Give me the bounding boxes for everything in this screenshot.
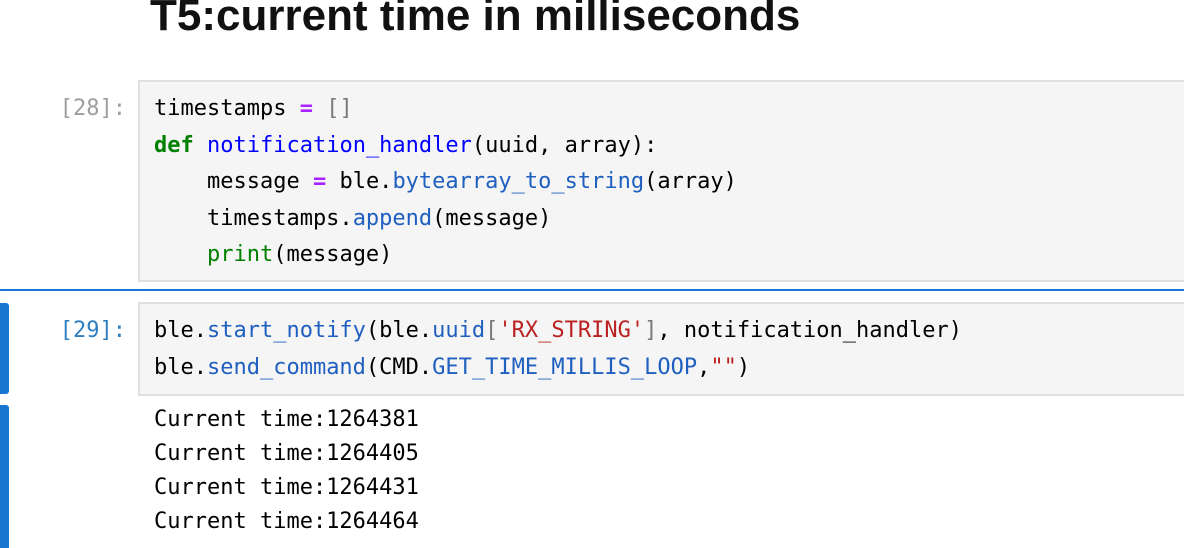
code-block: ble.start_notify(ble.uuid['RX_STRING'], …: [154, 313, 962, 386]
code-line: timestamps.append(message): [154, 205, 552, 231]
code-cell-29[interactable]: [29]: ble.start_notify(ble.uuid['RX_STRI…: [0, 302, 1184, 396]
selected-cell-top-border: [0, 289, 1184, 291]
output-line: Current time:1264381: [154, 407, 419, 432]
output-collapser[interactable]: [0, 405, 9, 548]
code-cell-28[interactable]: [28]: timestamps = [] def notification_h…: [0, 80, 1184, 282]
section-heading: T5:current time in milliseconds: [150, 0, 801, 40]
code-line: def notification_handler(uuid, array):: [154, 132, 658, 158]
cell-prompt: [28]:: [59, 96, 126, 121]
code-line: print(message): [206, 242, 393, 267]
cell-prompt: [29]:: [59, 318, 126, 343]
code-line: ble.send_command(CMD.GET_TIME_MILLIS_LOO…: [154, 354, 751, 380]
output-line: Current time:1264405: [154, 441, 419, 466]
cell-output: Current time:1264381 Current time:126440…: [154, 403, 419, 539]
code-line: ble.start_notify(ble.uuid['RX_STRING'], …: [154, 318, 962, 343]
output-line: Current time:1264464: [154, 509, 419, 534]
cell-input-editor[interactable]: ble.start_notify(ble.uuid['RX_STRING'], …: [138, 302, 1184, 396]
code-line: timestamps = []: [154, 96, 353, 121]
cell-input-editor[interactable]: timestamps = [] def notification_handler…: [138, 80, 1184, 282]
code-block: timestamps = [] def notification_handler…: [154, 91, 737, 274]
code-line: message = ble.bytearray_to_string(array): [154, 169, 737, 194]
output-line: Current time:1264431: [154, 475, 419, 500]
